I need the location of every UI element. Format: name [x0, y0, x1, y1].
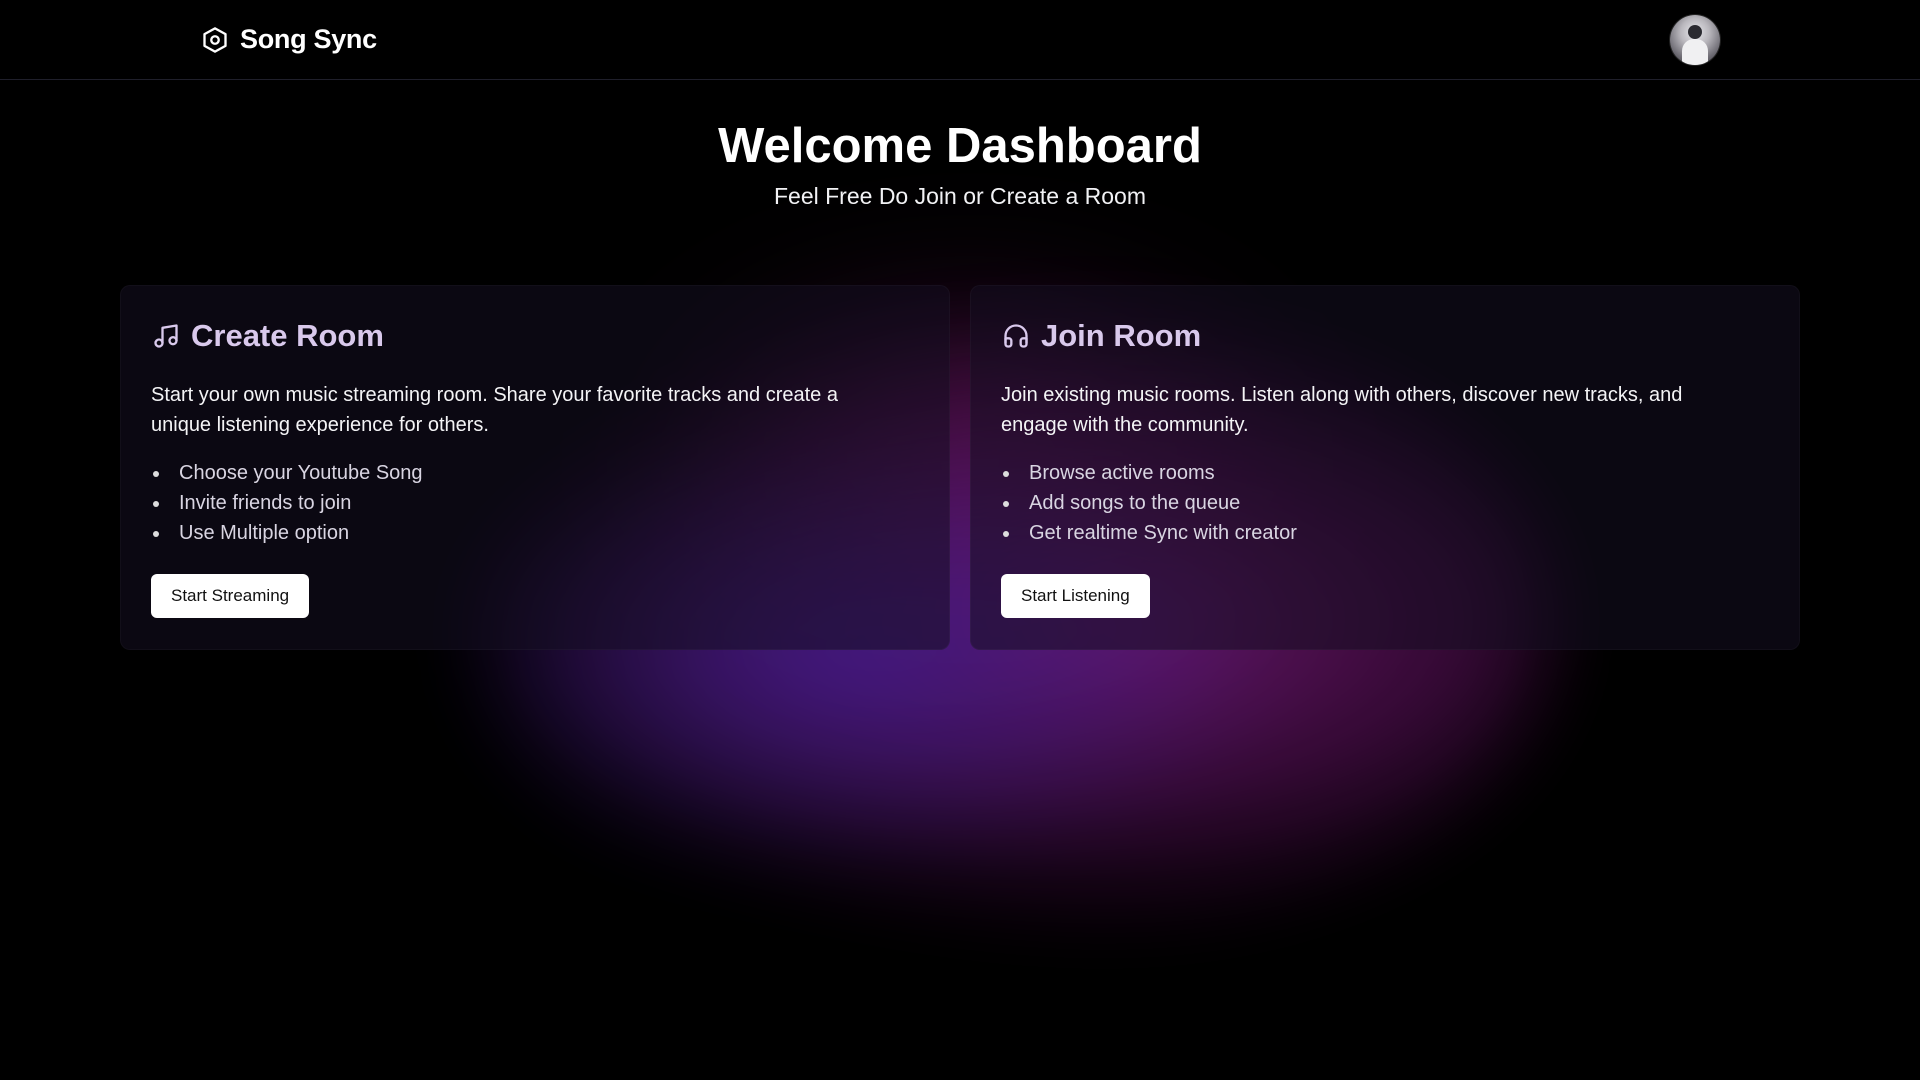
brand[interactable]: Song Sync	[200, 24, 377, 55]
hero: Welcome Dashboard Feel Free Do Join or C…	[0, 117, 1920, 210]
avatar-body-shape	[1682, 39, 1708, 65]
list-item: Use Multiple option	[153, 518, 919, 548]
create-room-header: Create Room	[151, 316, 919, 356]
list-item: Choose your Youtube Song	[153, 458, 919, 488]
create-room-features: Choose your Youtube Song Invite friends …	[151, 458, 919, 548]
join-room-features: Browse active rooms Add songs to the que…	[1001, 458, 1769, 548]
start-streaming-button[interactable]: Start Streaming	[151, 574, 310, 618]
join-room-description: Join existing music rooms. Listen along …	[1001, 384, 1683, 436]
join-room-card: Join Room Join existing music rooms. Lis…	[970, 285, 1800, 650]
top-navbar: Song Sync	[0, 0, 1920, 80]
page: Song Sync Welcome Dashboard Feel Free Do…	[0, 0, 1920, 1080]
hexagon-settings-icon	[200, 25, 230, 55]
list-item: Add songs to the queue	[1003, 488, 1769, 518]
create-room-card: Create Room Start your own music streami…	[120, 285, 950, 650]
page-subtitle: Feel Free Do Join or Create a Room	[774, 183, 1146, 209]
create-room-description: Start your own music streaming room. Sha…	[151, 384, 838, 436]
join-room-title: Join Room	[1041, 318, 1202, 353]
avatar-head-shape	[1688, 25, 1702, 39]
page-title: Welcome Dashboard	[718, 119, 1202, 173]
list-item: Browse active rooms	[1003, 458, 1769, 488]
start-listening-button[interactable]: Start Listening	[1001, 574, 1150, 618]
list-item: Get realtime Sync with creator	[1003, 518, 1769, 548]
join-room-header: Join Room	[1001, 316, 1769, 356]
brand-name: Song Sync	[240, 24, 377, 54]
music-note-icon	[151, 321, 181, 351]
list-item: Invite friends to join	[153, 488, 919, 518]
create-room-title: Create Room	[191, 318, 384, 353]
user-avatar[interactable]	[1670, 15, 1720, 65]
headphones-icon	[1001, 321, 1031, 351]
